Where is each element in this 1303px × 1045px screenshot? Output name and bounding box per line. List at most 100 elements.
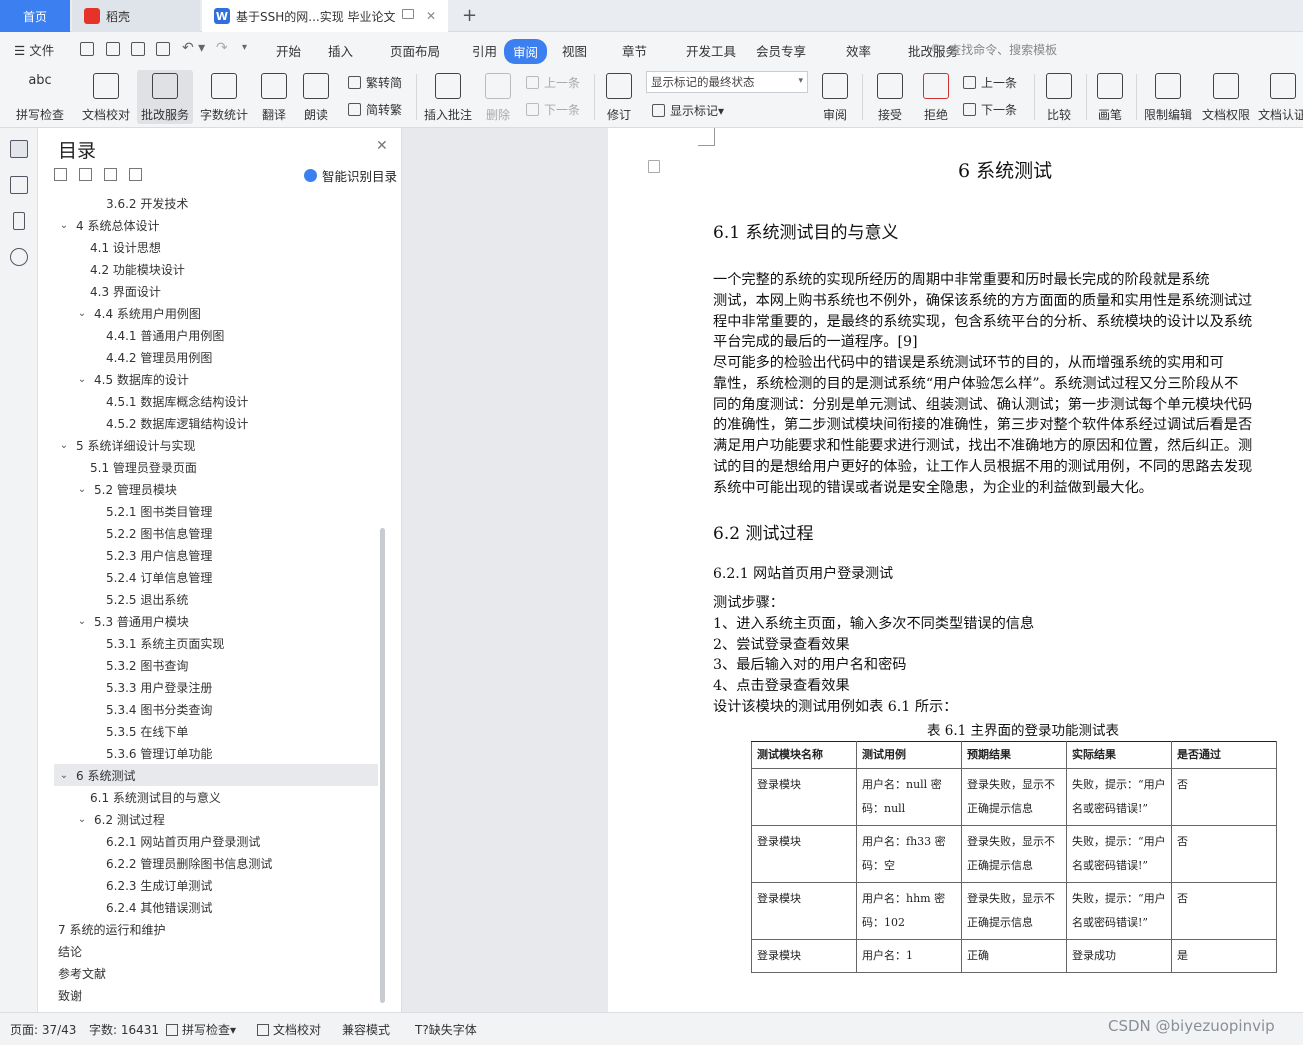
prev-change-button[interactable]: 上一条 [963,74,1017,91]
command-search[interactable]: 🔍︎ 查找命令、搜索模板 [930,41,1057,58]
tab-docer[interactable]: 稻壳 [72,0,200,32]
toc-item[interactable]: ⌄ 5.2 管理员模块 [38,478,378,500]
chevron-down-icon[interactable]: ⌄ [76,308,88,319]
expand-all-icon[interactable] [79,168,92,181]
add-heading-icon[interactable] [104,168,117,181]
print-icon[interactable] [131,42,145,56]
review-pane-button[interactable]: 审阅 [816,70,854,124]
toc-item[interactable]: 7 系统的运行和维护 [38,918,378,940]
toc-item[interactable]: 5.2.4 订单信息管理 [38,566,378,588]
menu-tab[interactable]: 页面布局 [390,41,440,60]
document-page[interactable]: 6 系统测试 6.1 系统测试目的与意义 一个完整的系统的实现所经历的周期中非常… [608,128,1303,1012]
next-change-button[interactable]: 下一条 [963,101,1017,118]
toc-item[interactable]: ⌄ 6 系统测试 [54,764,378,786]
file-menu[interactable]: ☰ 文件 [14,40,54,59]
toc-item[interactable]: 5.3.5 在线下单 [38,720,378,742]
next-comment-button[interactable]: 下一条 [526,101,580,118]
markup-state-select[interactable]: 显示标记的最终状态 ▾ [646,71,808,93]
toc-item[interactable]: 5.2.2 图书信息管理 [38,522,378,544]
spellcheck-status[interactable]: 拼写检查 ▾ [166,1021,236,1038]
doc-permission-button[interactable]: 文档权限 [1200,70,1252,124]
translate-button[interactable]: 翻译 [254,70,294,124]
chevron-down-icon[interactable]: ⌄ [76,484,88,495]
toc-item[interactable]: 5.3.4 图书分类查询 [38,698,378,720]
menu-tab[interactable]: 视图 [562,41,587,60]
word-count-button[interactable]: 字数统计 [197,70,251,124]
compare-button[interactable]: 比较 [1040,70,1078,124]
doc-format-icon[interactable] [648,160,660,173]
proof-status[interactable]: 文档校对 [257,1021,321,1038]
close-tab-icon[interactable]: ✕ [426,9,436,23]
tab-home[interactable]: 首页 [0,0,70,32]
restrict-edit-button[interactable]: 限制编辑 [1142,70,1194,124]
chevron-down-icon[interactable]: ⌄ [58,440,70,451]
ink-button[interactable]: 画笔 [1092,70,1128,124]
chevron-down-icon[interactable]: ⌄ [76,374,88,385]
toc-item[interactable]: 6.2.1 网站首页用户登录测试 [38,830,378,852]
toc-item[interactable]: ⌄ 4 系统总体设计 [38,214,378,236]
word-count-indicator[interactable]: 字数: 16431 [89,1021,159,1038]
remove-heading-icon[interactable] [129,168,142,181]
new-tab-icon[interactable]: + [462,5,477,26]
menu-tab[interactable]: 章节 [622,41,647,60]
toc-item[interactable]: ⌄ 5.3 普通用户模块 [38,610,378,632]
prev-comment-button[interactable]: 上一条 [526,74,580,91]
toc-item[interactable]: 4.4.1 普通用户用例图 [38,324,378,346]
menu-tab[interactable]: 效率 [846,41,871,60]
insert-comment-button[interactable]: 插入批注 [422,70,474,124]
chapter-panel-icon[interactable] [10,176,28,194]
close-icon[interactable]: ✕ [376,138,388,154]
chevron-down-icon[interactable]: ⌄ [58,220,70,231]
reject-button[interactable]: 拒绝 [916,70,956,124]
preview-icon[interactable] [156,42,170,56]
show-markup-button[interactable]: 显示标记 ▾ [652,102,724,119]
toc-item[interactable]: 5.3.3 用户登录注册 [38,676,378,698]
missing-font-button[interactable]: T? 缺失字体 [415,1021,477,1038]
menu-tab[interactable]: 会员专享 [756,41,806,60]
toc-item[interactable]: ⌄ 5 系统详细设计与实现 [38,434,378,456]
toc-item[interactable]: 3.6.2 开发技术 [38,192,378,214]
toc-item[interactable]: 6.2.4 其他错误测试 [38,896,378,918]
toc-item[interactable]: 参考文献 [38,962,378,984]
toc-item[interactable]: 5.2.1 图书类目管理 [38,500,378,522]
menu-tab[interactable]: 引用 [472,41,497,60]
toc-item[interactable]: ⌄ 6.2 测试过程 [38,808,378,830]
toc-item[interactable]: 5.3.2 图书查询 [38,654,378,676]
doc-proof-button[interactable]: 文档校对 [78,70,134,124]
toc-panel-icon[interactable] [10,140,28,158]
toc-item[interactable]: 4.3 界面设计 [38,280,378,302]
undo-icon[interactable]: ↶ ▾ [182,40,205,56]
toc-item[interactable]: 6.2.2 管理员删除图书信息测试 [38,852,378,874]
monitor-icon[interactable] [402,9,414,19]
toc-item[interactable]: 6.1 系统测试目的与意义 [38,786,378,808]
toc-scrollbar[interactable] [380,528,385,1003]
toc-item[interactable]: 致谢 [38,984,378,1006]
toc-item[interactable]: 4.5.1 数据库概念结构设计 [38,390,378,412]
redo-icon[interactable]: ↷ [216,40,228,56]
accept-button[interactable]: 接受 [870,70,910,124]
save-icon[interactable] [80,42,94,56]
toc-item[interactable]: 4.5.2 数据库逻辑结构设计 [38,412,378,434]
review-service-button[interactable]: 批改服务 [137,70,193,124]
toc-item[interactable]: 5.3.1 系统主页面实现 [38,632,378,654]
search-icon[interactable] [10,248,28,266]
track-changes-button[interactable]: 修订 [600,70,638,124]
bookmark-icon[interactable] [13,212,25,230]
menu-tab[interactable]: 插入 [328,41,353,60]
read-aloud-button[interactable]: 朗读 [298,70,334,124]
smart-toc-button[interactable]: 智能识别目录 [304,166,397,185]
toc-item[interactable]: 4.4.2 管理员用例图 [38,346,378,368]
toc-item[interactable]: 4.2 功能模块设计 [38,258,378,280]
toc-item[interactable]: 5.2.5 退出系统 [38,588,378,610]
tab-document[interactable]: W 基于SSH的网...实现 毕业论文 ✕ [202,0,448,32]
toc-item[interactable]: 5.1 管理员登录页面 [38,456,378,478]
menu-tab[interactable]: 审阅 [504,39,548,64]
toc-item[interactable]: 4.1 设计思想 [38,236,378,258]
toc-item[interactable]: ⌄ 4.5 数据库的设计 [38,368,378,390]
simp-to-trad-button[interactable]: 简转繁 [348,101,402,118]
toc-item[interactable]: ⌄ 4.4 系统用户用例图 [38,302,378,324]
chevron-down-icon[interactable]: ⌄ [76,616,88,627]
toc-item[interactable]: 5.2.3 用户信息管理 [38,544,378,566]
trad-to-simp-button[interactable]: 繁转简 [348,74,402,91]
menu-tab[interactable]: 开发工具 [686,41,736,60]
